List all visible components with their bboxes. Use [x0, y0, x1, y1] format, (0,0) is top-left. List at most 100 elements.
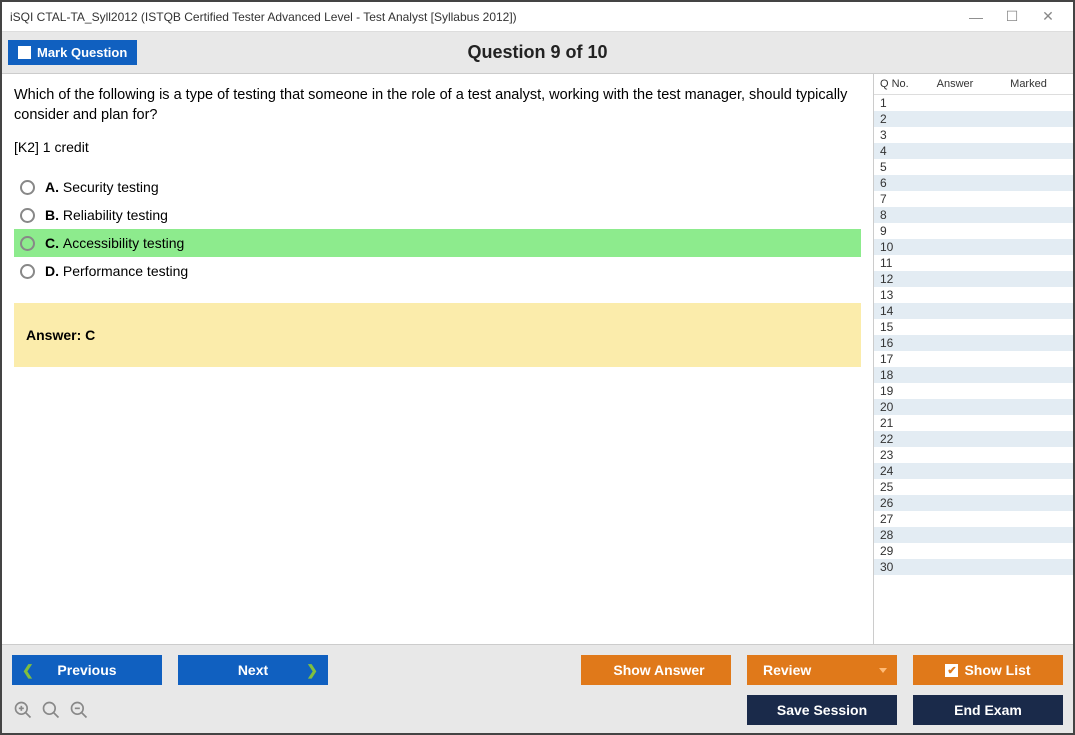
next-button[interactable]: Next ❯	[178, 655, 328, 685]
radio-icon[interactable]	[20, 180, 35, 195]
list-row[interactable]: 1	[874, 95, 1073, 111]
close-button[interactable]: ✕	[1039, 8, 1057, 26]
list-row[interactable]: 25	[874, 479, 1073, 495]
check-icon: ✔	[945, 664, 958, 677]
list-row[interactable]: 24	[874, 463, 1073, 479]
row-number: 5	[880, 160, 920, 174]
list-row[interactable]: 22	[874, 431, 1073, 447]
row-number: 13	[880, 288, 920, 302]
list-row[interactable]: 21	[874, 415, 1073, 431]
footer-row-1: ❮ Previous Next ❯ Show Answer Review ✔ S…	[12, 655, 1063, 685]
row-number: 23	[880, 448, 920, 462]
list-row[interactable]: 8	[874, 207, 1073, 223]
list-row[interactable]: 16	[874, 335, 1073, 351]
list-row[interactable]: 18	[874, 367, 1073, 383]
row-number: 16	[880, 336, 920, 350]
list-row[interactable]: 6	[874, 175, 1073, 191]
list-row[interactable]: 12	[874, 271, 1073, 287]
question-counter: Question 9 of 10	[467, 42, 607, 63]
app-window: iSQI CTAL-TA_Syll2012 (ISTQB Certified T…	[0, 0, 1075, 735]
list-row[interactable]: 10	[874, 239, 1073, 255]
row-number: 20	[880, 400, 920, 414]
chevron-right-icon: ❯	[306, 662, 318, 679]
window-title: iSQI CTAL-TA_Syll2012 (ISTQB Certified T…	[10, 10, 967, 24]
answer-box: Answer: C	[14, 303, 861, 367]
save-session-label: Save Session	[777, 702, 867, 718]
row-number: 2	[880, 112, 920, 126]
option-label: A. Security testing	[45, 179, 159, 195]
row-number: 6	[880, 176, 920, 190]
mark-question-button[interactable]: Mark Question	[8, 40, 137, 65]
col-header-marked: Marked	[990, 78, 1067, 90]
row-number: 4	[880, 144, 920, 158]
maximize-button[interactable]: ☐	[1003, 8, 1021, 26]
footer: ❮ Previous Next ❯ Show Answer Review ✔ S…	[2, 644, 1073, 733]
list-row[interactable]: 17	[874, 351, 1073, 367]
show-list-button[interactable]: ✔ Show List	[913, 655, 1063, 685]
show-answer-label: Show Answer	[613, 662, 704, 678]
option-row[interactable]: A. Security testing	[14, 173, 861, 201]
row-number: 17	[880, 352, 920, 366]
list-row[interactable]: 20	[874, 399, 1073, 415]
zoom-reset-icon[interactable]	[40, 699, 62, 721]
option-row[interactable]: B. Reliability testing	[14, 201, 861, 229]
end-exam-button[interactable]: End Exam	[913, 695, 1063, 725]
option-row[interactable]: C. Accessibility testing	[14, 229, 861, 257]
zoom-out-icon[interactable]	[68, 699, 90, 721]
save-session-button[interactable]: Save Session	[747, 695, 897, 725]
list-row[interactable]: 3	[874, 127, 1073, 143]
list-row[interactable]: 9	[874, 223, 1073, 239]
option-label: C. Accessibility testing	[45, 235, 184, 251]
end-exam-label: End Exam	[954, 702, 1022, 718]
option-label: B. Reliability testing	[45, 207, 168, 223]
list-row[interactable]: 26	[874, 495, 1073, 511]
row-number: 18	[880, 368, 920, 382]
list-row[interactable]: 2	[874, 111, 1073, 127]
row-number: 12	[880, 272, 920, 286]
review-button[interactable]: Review	[747, 655, 897, 685]
row-number: 15	[880, 320, 920, 334]
list-row[interactable]: 23	[874, 447, 1073, 463]
list-row[interactable]: 30	[874, 559, 1073, 575]
option-row[interactable]: D. Performance testing	[14, 257, 861, 285]
list-row[interactable]: 14	[874, 303, 1073, 319]
row-number: 9	[880, 224, 920, 238]
zoom-in-icon[interactable]	[12, 699, 34, 721]
minimize-button[interactable]: —	[967, 8, 985, 26]
show-answer-button[interactable]: Show Answer	[581, 655, 731, 685]
chevron-left-icon: ❮	[22, 662, 34, 679]
row-number: 27	[880, 512, 920, 526]
list-row[interactable]: 19	[874, 383, 1073, 399]
review-label: Review	[763, 662, 811, 678]
list-row[interactable]: 4	[874, 143, 1073, 159]
row-number: 8	[880, 208, 920, 222]
radio-icon[interactable]	[20, 264, 35, 279]
list-row[interactable]: 15	[874, 319, 1073, 335]
list-row[interactable]: 13	[874, 287, 1073, 303]
header-bar: Mark Question Question 9 of 10	[2, 32, 1073, 74]
zoom-controls	[12, 699, 90, 721]
list-row[interactable]: 28	[874, 527, 1073, 543]
list-row[interactable]: 29	[874, 543, 1073, 559]
checkbox-icon	[18, 46, 31, 59]
row-number: 26	[880, 496, 920, 510]
row-number: 29	[880, 544, 920, 558]
question-list-panel: Q No. Answer Marked 12345678910111213141…	[873, 74, 1073, 644]
question-list-body[interactable]: 1234567891011121314151617181920212223242…	[874, 95, 1073, 644]
window-controls: — ☐ ✕	[967, 8, 1065, 26]
show-list-label: Show List	[964, 662, 1030, 678]
row-number: 11	[880, 256, 920, 270]
list-row[interactable]: 5	[874, 159, 1073, 175]
row-number: 19	[880, 384, 920, 398]
mark-question-label: Mark Question	[37, 45, 127, 60]
previous-button[interactable]: ❮ Previous	[12, 655, 162, 685]
row-number: 30	[880, 560, 920, 574]
radio-icon[interactable]	[20, 236, 35, 251]
list-row[interactable]: 7	[874, 191, 1073, 207]
row-number: 10	[880, 240, 920, 254]
titlebar: iSQI CTAL-TA_Syll2012 (ISTQB Certified T…	[2, 2, 1073, 32]
row-number: 24	[880, 464, 920, 478]
list-row[interactable]: 27	[874, 511, 1073, 527]
radio-icon[interactable]	[20, 208, 35, 223]
list-row[interactable]: 11	[874, 255, 1073, 271]
